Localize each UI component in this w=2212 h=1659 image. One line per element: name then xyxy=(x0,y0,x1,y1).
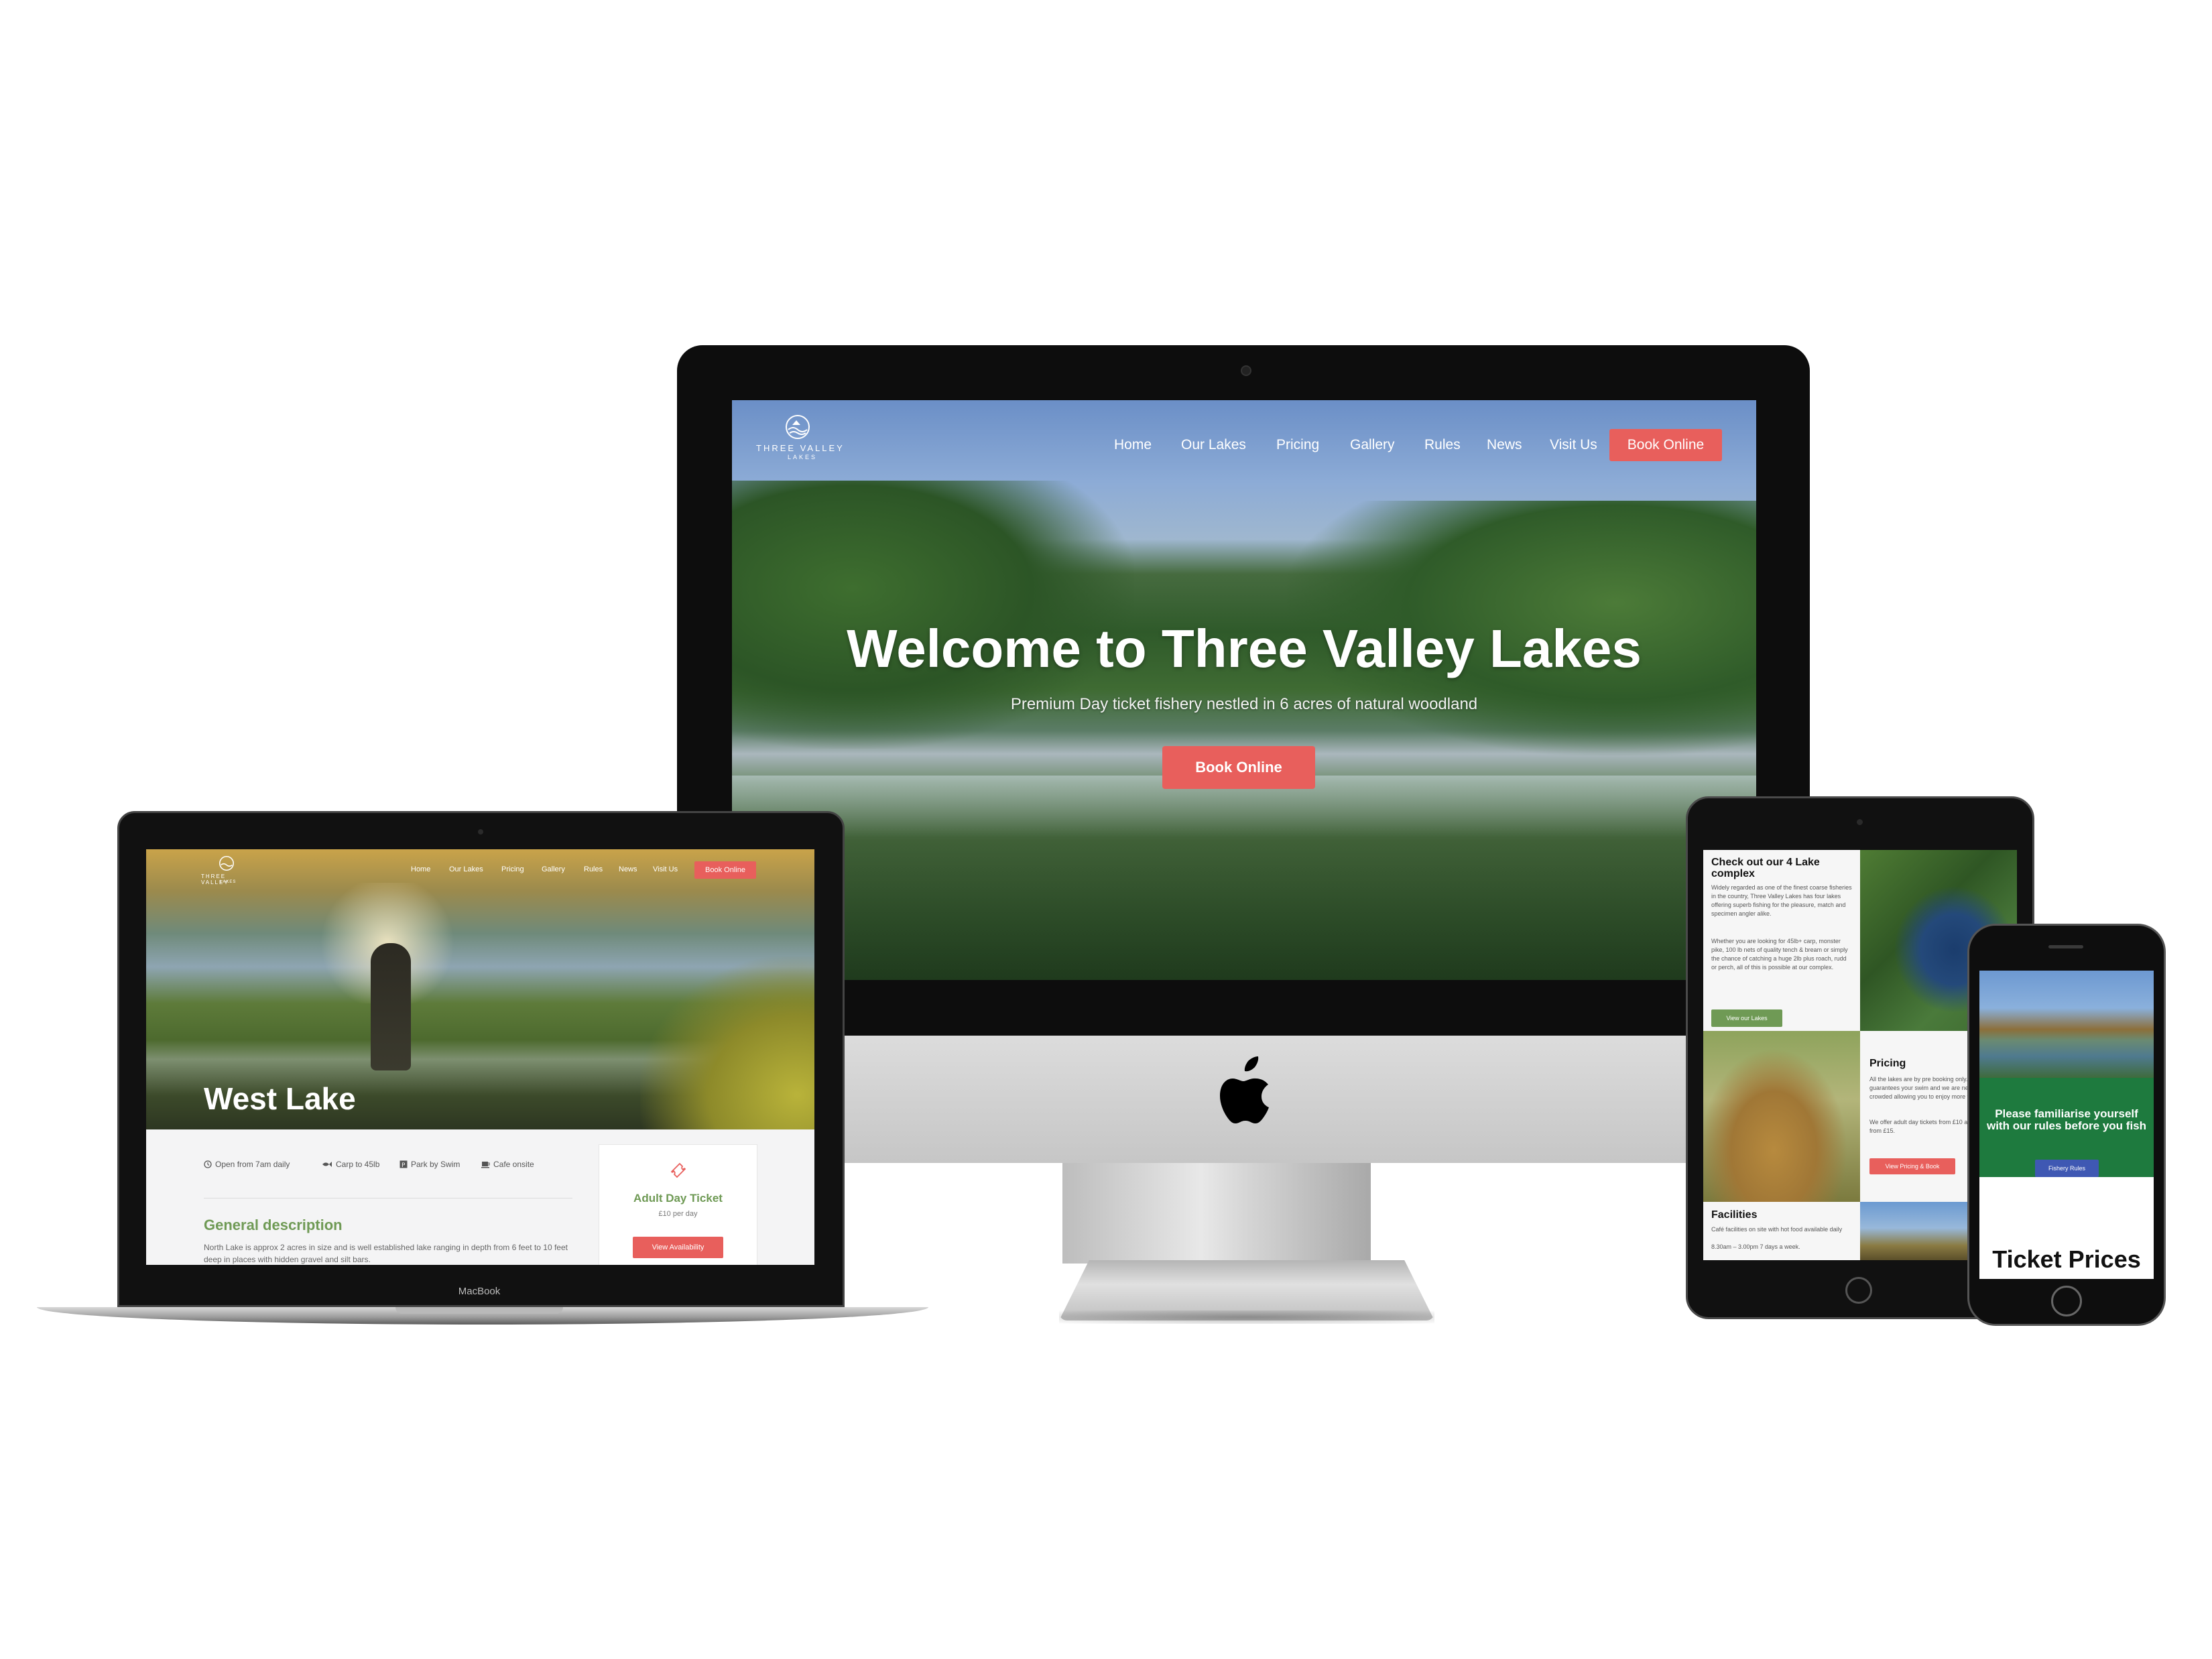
hero-bivvy-tent xyxy=(640,957,814,1129)
nav-home[interactable]: Home xyxy=(1114,437,1152,453)
hero-book-online-button[interactable]: Book Online xyxy=(1162,746,1315,789)
apple-logo-icon xyxy=(1220,1056,1269,1123)
lake-logo-icon xyxy=(786,415,810,439)
ticket-prices-heading: Ticket Prices xyxy=(1992,1245,2141,1273)
clock-icon xyxy=(204,1160,212,1168)
nav-news[interactable]: News xyxy=(619,865,637,873)
brand-name: THREE VALLEY xyxy=(756,443,845,453)
site-logo[interactable]: THREE VALLEY LAKES xyxy=(200,855,253,888)
iphone-home-button xyxy=(2051,1286,2082,1316)
macbook-notch xyxy=(395,1307,563,1314)
nav-our-lakes[interactable]: Our Lakes xyxy=(1181,437,1246,453)
site-logo[interactable]: THREE VALLEY LAKES xyxy=(751,414,851,467)
nav-visit-us[interactable]: Visit Us xyxy=(1550,437,1597,453)
nav-our-lakes[interactable]: Our Lakes xyxy=(449,865,483,873)
nav-visit-us[interactable]: Visit Us xyxy=(653,865,678,873)
macbook-label: MacBook xyxy=(458,1286,501,1297)
view-our-lakes-button[interactable]: View our Lakes xyxy=(1711,1009,1782,1027)
fishery-rules-button[interactable]: Fishery Rules xyxy=(2035,1160,2099,1177)
lakes-heading: Check out our 4 Lake complex xyxy=(1711,857,1820,879)
lakes-paragraph-2: Whether you are looking for 45lb+ carp, … xyxy=(1711,938,1848,971)
carp-catch-photo xyxy=(1703,1031,1860,1202)
ipad-camera xyxy=(1857,819,1863,825)
book-online-nav-button[interactable]: Book Online xyxy=(1609,429,1722,461)
ipad-home-button xyxy=(1845,1277,1872,1304)
nav-pricing[interactable]: Pricing xyxy=(1276,437,1319,453)
brand-sub: LAKES xyxy=(788,454,818,460)
page-title: West Lake xyxy=(204,1081,356,1116)
facilities-heading: Facilities xyxy=(1711,1209,1758,1221)
imac-camera xyxy=(1241,365,1251,376)
ticket-card: Adult Day Ticket £10 per day View Availa… xyxy=(599,1144,757,1265)
meta-carp-size: Carp to 45lb xyxy=(336,1160,380,1169)
meta-opening-hours: Open from 7am daily xyxy=(215,1160,290,1169)
lakes-paragraph-1: Widely regarded as one of the finest coa… xyxy=(1711,884,1852,917)
imac-shadow xyxy=(1059,1310,1434,1324)
imac-stand-neck xyxy=(1062,1163,1371,1264)
parking-icon: P xyxy=(400,1160,408,1168)
brand-sub: LAKES xyxy=(220,880,237,884)
meta-cafe: Cafe onsite xyxy=(493,1160,534,1169)
imac-bottom-bezel xyxy=(677,980,1810,1036)
lake-logo-icon xyxy=(219,856,234,871)
hero-angler-figure xyxy=(371,943,411,1070)
lake-description: North Lake is approx 2 acres in size and… xyxy=(204,1243,568,1264)
iphone-screen: Please familiarise yourself with our rul… xyxy=(1979,971,2154,1279)
divider xyxy=(204,1198,572,1199)
view-availability-button[interactable]: View Availability xyxy=(633,1237,723,1258)
nav-rules[interactable]: Rules xyxy=(1424,437,1461,453)
pricing-heading: Pricing xyxy=(1869,1058,1906,1069)
view-pricing-book-button[interactable]: View Pricing & Book xyxy=(1869,1158,1955,1174)
lakeside-lodge-photo xyxy=(1979,971,2154,1078)
macbook-camera xyxy=(478,829,483,835)
facilities-paragraph-2: 8.30am – 3.00pm 7 days a week. xyxy=(1711,1243,1800,1250)
svg-text:P: P xyxy=(402,1162,406,1168)
facilities-paragraph-1: Café facilities on site with hot food av… xyxy=(1711,1226,1843,1233)
imac-screen: THREE VALLEY LAKES Home Our Lakes Pricin… xyxy=(732,400,1756,980)
nav-gallery[interactable]: Gallery xyxy=(542,865,565,873)
coffee-cup-icon xyxy=(481,1162,490,1168)
fish-icon xyxy=(322,1162,332,1167)
nav-home[interactable]: Home xyxy=(411,865,430,873)
west-lake-hero: THREE VALLEY LAKES Home Our Lakes Pricin… xyxy=(146,849,814,1129)
book-online-nav-button[interactable]: Book Online xyxy=(694,861,756,879)
nav-rules[interactable]: Rules xyxy=(584,865,603,873)
hero-title: Welcome to Three Valley Lakes xyxy=(847,619,1642,678)
hero-subtitle: Premium Day ticket fishery nestled in 6 … xyxy=(1010,695,1478,713)
nav-gallery[interactable]: Gallery xyxy=(1350,437,1395,453)
nav-news[interactable]: News xyxy=(1487,437,1522,453)
hero-lake-reflection xyxy=(732,776,1756,980)
iphone-speaker xyxy=(2048,945,2083,948)
section-title: General description xyxy=(204,1217,343,1233)
ticket-icon xyxy=(670,1162,686,1178)
ticket-price: £10 per day xyxy=(658,1210,698,1218)
ticket-title: Adult Day Ticket xyxy=(633,1192,723,1205)
nav-pricing[interactable]: Pricing xyxy=(501,865,524,873)
meta-parking: Park by Swim xyxy=(411,1160,460,1169)
macbook-screen: THREE VALLEY LAKES Home Our Lakes Pricin… xyxy=(146,849,814,1265)
rules-message: Please familiarise yourself with our rul… xyxy=(1986,1107,2147,1132)
